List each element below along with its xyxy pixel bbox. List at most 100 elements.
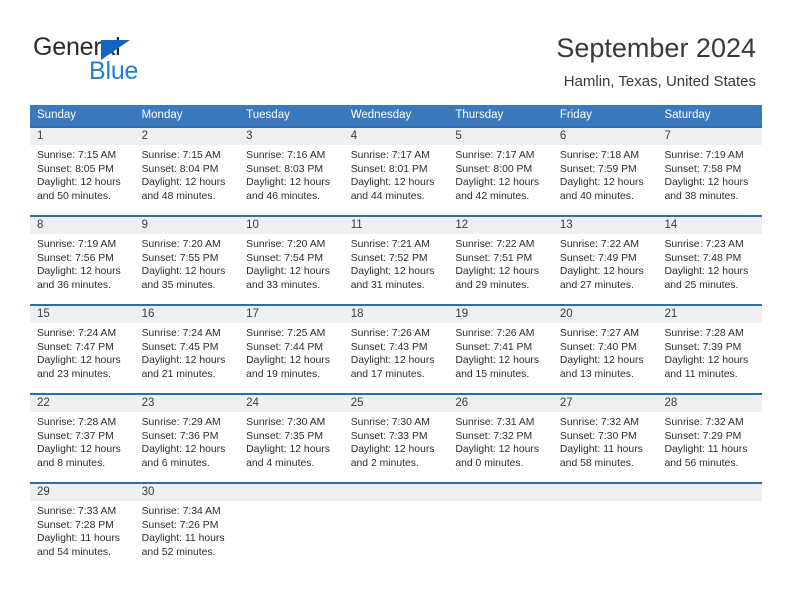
sunset-text: Sunset: 8:05 PM: [37, 163, 114, 175]
daylight-text-line2: and 11 minutes.: [664, 368, 738, 380]
day-cell[interactable]: 1 Sunrise: 7:15 AM Sunset: 8:05 PM Dayli…: [30, 128, 135, 215]
day-details: Sunrise: 7:32 AM Sunset: 7:30 PM Dayligh…: [553, 412, 658, 470]
day-details: Sunrise: 7:19 AM Sunset: 7:58 PM Dayligh…: [657, 145, 762, 203]
sunset-text: Sunset: 7:52 PM: [350, 252, 428, 264]
day-details: Sunrise: 7:26 AM Sunset: 7:41 PM Dayligh…: [448, 323, 553, 381]
day-cell[interactable]: 21 Sunrise: 7:28 AM Sunset: 7:39 PM Dayl…: [657, 306, 763, 393]
daylight-text-line2: and 23 minutes.: [37, 368, 111, 380]
day-cell[interactable]: 18 Sunrise: 7:26 AM Sunset: 7:43 PM Dayl…: [343, 306, 449, 393]
day-details: Sunrise: 7:23 AM Sunset: 7:48 PM Dayligh…: [657, 234, 762, 292]
sunrise-text: Sunrise: 7:16 AM: [246, 150, 326, 161]
day-cell[interactable]: 7 Sunrise: 7:19 AM Sunset: 7:58 PM Dayli…: [657, 128, 763, 215]
sunset-text: Sunset: 7:43 PM: [350, 341, 428, 353]
daylight-text-line2: and 8 minutes.: [37, 457, 106, 469]
daylight-text-line1: Daylight: 12 hours: [455, 266, 540, 278]
day-number: 27: [552, 395, 658, 412]
day-cell[interactable]: 8 Sunrise: 7:19 AM Sunset: 7:56 PM Dayli…: [30, 217, 135, 304]
day-cell[interactable]: 9 Sunrise: 7:20 AM Sunset: 7:55 PM Dayli…: [134, 217, 240, 304]
daylight-text-line1: Daylight: 12 hours: [664, 355, 749, 367]
day-cell[interactable]: 28 Sunrise: 7:32 AM Sunset: 7:29 PM Dayl…: [657, 395, 763, 482]
day-details: Sunrise: 7:33 AM Sunset: 7:28 PM Dayligh…: [30, 501, 135, 559]
daylight-text-line2: and 15 minutes.: [455, 368, 530, 380]
day-cell[interactable]: 14 Sunrise: 7:23 AM Sunset: 7:48 PM Dayl…: [657, 217, 763, 304]
sunrise-text: Sunrise: 7:19 AM: [664, 150, 744, 161]
sunset-text: Sunset: 7:37 PM: [37, 430, 114, 442]
daylight-text-line2: and 6 minutes.: [141, 457, 210, 469]
sunset-text: Sunset: 7:59 PM: [559, 163, 637, 175]
day-details: Sunrise: 7:28 AM Sunset: 7:39 PM Dayligh…: [657, 323, 762, 381]
daylight-text-line2: and 36 minutes.: [37, 279, 111, 291]
day-cell[interactable]: 13 Sunrise: 7:22 AM Sunset: 7:49 PM Dayl…: [552, 217, 658, 304]
day-cell[interactable]: 12 Sunrise: 7:22 AM Sunset: 7:51 PM Dayl…: [448, 217, 553, 304]
daylight-text-line1: Daylight: 12 hours: [246, 266, 330, 278]
day-cell[interactable]: 24 Sunrise: 7:30 AM Sunset: 7:35 PM Dayl…: [239, 395, 344, 482]
daylight-text-line1: Daylight: 12 hours: [37, 355, 121, 367]
sunset-text: Sunset: 7:56 PM: [37, 252, 114, 264]
sunrise-text: Sunrise: 7:17 AM: [455, 150, 535, 161]
day-details: Sunrise: 7:28 AM Sunset: 7:37 PM Dayligh…: [30, 412, 135, 470]
sunrise-text: Sunrise: 7:26 AM: [350, 328, 430, 339]
daylight-text-line2: and 38 minutes.: [664, 190, 739, 202]
calendar-week-row: 22 Sunrise: 7:28 AM Sunset: 7:37 PM Dayl…: [30, 393, 763, 482]
day-cell[interactable]: 20 Sunrise: 7:27 AM Sunset: 7:40 PM Dayl…: [552, 306, 658, 393]
daylight-text-line1: Daylight: 12 hours: [141, 444, 226, 456]
day-cell[interactable]: 3 Sunrise: 7:16 AM Sunset: 8:03 PM Dayli…: [239, 128, 344, 215]
daylight-text-line2: and 17 minutes.: [350, 368, 425, 380]
sunrise-text: Sunrise: 7:32 AM: [664, 417, 744, 428]
daylight-text-line2: and 54 minutes.: [37, 546, 111, 558]
day-number: 19: [448, 306, 553, 323]
daylight-text-line1: Daylight: 12 hours: [664, 177, 749, 189]
day-number: 5: [448, 128, 553, 145]
day-cell[interactable]: 11 Sunrise: 7:21 AM Sunset: 7:52 PM Dayl…: [343, 217, 449, 304]
day-details: Sunrise: 7:15 AM Sunset: 8:04 PM Dayligh…: [135, 145, 240, 203]
weekday-header-sunday: Sunday: [37, 109, 77, 121]
daylight-text-line2: and 29 minutes.: [455, 279, 530, 291]
weekday-header-saturday: Saturday: [664, 109, 711, 121]
day-number: 21: [657, 306, 763, 323]
sunset-text: Sunset: 7:55 PM: [141, 252, 219, 264]
daylight-text-line1: Daylight: 11 hours: [141, 533, 225, 545]
sunrise-text: Sunrise: 7:30 AM: [246, 417, 326, 428]
day-number: 18: [343, 306, 449, 323]
daylight-text-line1: Daylight: 12 hours: [141, 266, 226, 278]
daylight-text-line2: and 13 minutes.: [559, 368, 634, 380]
sunset-text: Sunset: 7:49 PM: [559, 252, 637, 264]
day-cell[interactable]: 15 Sunrise: 7:24 AM Sunset: 7:47 PM Dayl…: [30, 306, 135, 393]
day-number: 4: [343, 128, 449, 145]
sunrise-text: Sunrise: 7:30 AM: [350, 417, 430, 428]
sunset-text: Sunset: 7:30 PM: [559, 430, 637, 442]
sunrise-text: Sunrise: 7:17 AM: [350, 150, 430, 161]
page-subtitle: Hamlin, Texas, United States: [563, 73, 756, 90]
day-details: Sunrise: 7:24 AM Sunset: 7:47 PM Dayligh…: [30, 323, 135, 381]
day-cell[interactable]: 10 Sunrise: 7:20 AM Sunset: 7:54 PM Dayl…: [239, 217, 344, 304]
day-cell[interactable]: 16 Sunrise: 7:24 AM Sunset: 7:45 PM Dayl…: [134, 306, 240, 393]
day-cell[interactable]: 19 Sunrise: 7:26 AM Sunset: 7:41 PM Dayl…: [448, 306, 553, 393]
day-cell[interactable]: 6 Sunrise: 7:18 AM Sunset: 7:59 PM Dayli…: [552, 128, 658, 215]
day-details: Sunrise: 7:29 AM Sunset: 7:36 PM Dayligh…: [135, 412, 240, 470]
day-details: Sunrise: 7:16 AM Sunset: 8:03 PM Dayligh…: [239, 145, 344, 203]
daylight-text-line2: and 48 minutes.: [141, 190, 216, 202]
day-details: Sunrise: 7:21 AM Sunset: 7:52 PM Dayligh…: [344, 234, 449, 292]
sunset-text: Sunset: 7:33 PM: [350, 430, 428, 442]
day-cell[interactable]: 30 Sunrise: 7:34 AM Sunset: 7:26 PM Dayl…: [134, 484, 240, 571]
day-cell[interactable]: 4 Sunrise: 7:17 AM Sunset: 8:01 PM Dayli…: [343, 128, 449, 215]
day-cell[interactable]: 2 Sunrise: 7:15 AM Sunset: 8:04 PM Dayli…: [134, 128, 240, 215]
day-cell[interactable]: 25 Sunrise: 7:30 AM Sunset: 7:33 PM Dayl…: [343, 395, 449, 482]
day-number: [657, 484, 763, 501]
weekday-header-wednesday: Wednesday: [350, 109, 412, 121]
day-details: Sunrise: 7:27 AM Sunset: 7:40 PM Dayligh…: [553, 323, 658, 381]
day-cell[interactable]: 29 Sunrise: 7:33 AM Sunset: 7:28 PM Dayl…: [30, 484, 135, 571]
day-cell[interactable]: 26 Sunrise: 7:31 AM Sunset: 7:32 PM Dayl…: [448, 395, 553, 482]
day-cell[interactable]: 27 Sunrise: 7:32 AM Sunset: 7:30 PM Dayl…: [552, 395, 658, 482]
day-cell[interactable]: 5 Sunrise: 7:17 AM Sunset: 8:00 PM Dayli…: [448, 128, 553, 215]
day-cell[interactable]: 23 Sunrise: 7:29 AM Sunset: 7:36 PM Dayl…: [134, 395, 240, 482]
day-cell[interactable]: 22 Sunrise: 7:28 AM Sunset: 7:37 PM Dayl…: [30, 395, 135, 482]
day-number: 1: [30, 128, 135, 145]
calendar-week-row: 29 Sunrise: 7:33 AM Sunset: 7:28 PM Dayl…: [30, 482, 763, 571]
day-details: Sunrise: 7:15 AM Sunset: 8:05 PM Dayligh…: [30, 145, 135, 203]
daylight-text-line2: and 56 minutes.: [664, 457, 739, 469]
sunset-text: Sunset: 7:29 PM: [664, 430, 742, 442]
day-cell[interactable]: 17 Sunrise: 7:25 AM Sunset: 7:44 PM Dayl…: [239, 306, 344, 393]
daylight-text-line2: and 42 minutes.: [455, 190, 530, 202]
day-cell-empty: [448, 484, 553, 571]
